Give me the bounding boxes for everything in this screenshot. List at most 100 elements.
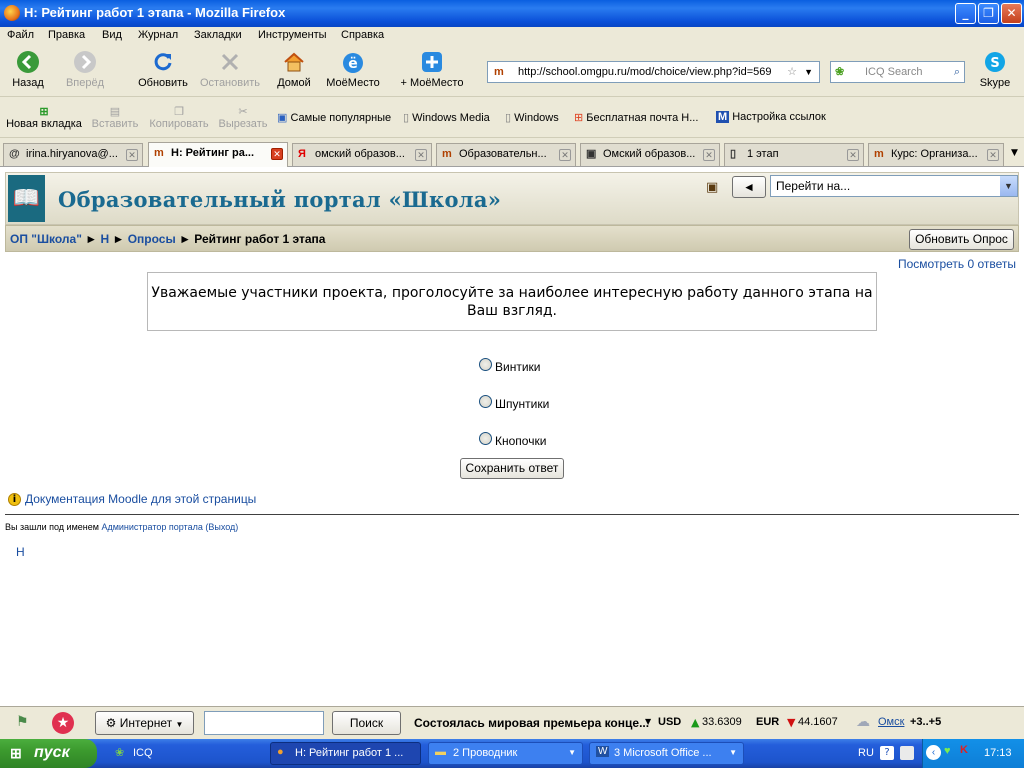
tab-course-label: Курс: Организа... [891,148,978,160]
url-bar[interactable]: m http://school.omgpu.ru/mod/choice/view… [487,61,820,83]
news-dropdown-icon[interactable]: ▼ [645,717,651,726]
update-choice-button[interactable]: Обновить Опрос [909,229,1014,250]
help-icon[interactable]: ? [880,746,894,760]
tab-rating[interactable]: m Н: Рейтинг ра... ✕ [148,142,288,167]
star-badge-icon[interactable]: ★ [52,712,74,734]
status-search-input[interactable] [204,711,324,735]
internet-dropdown[interactable]: ⚙ Интернет ▼ [95,711,194,735]
tab-list-dropdown-icon[interactable]: ▼ [1011,148,1018,158]
language-indicator[interactable]: RU [858,747,874,759]
search-placeholder: ICQ Search [865,66,923,78]
menu-history[interactable]: Журнал [138,29,178,41]
search-magnifier-icon[interactable]: ⌕ [954,62,960,82]
keyboard-icon[interactable] [900,746,914,760]
back-button[interactable]: Назад [8,47,48,89]
breadcrumb-course[interactable]: Н [100,232,109,246]
icq-search-input[interactable]: ❀ ICQ Search ⌕ [830,61,965,83]
bookmark-free-mail[interactable]: ⊞ Бесплатная почта Н... [574,111,698,124]
weather-city-link[interactable]: Омск [878,716,904,728]
bookmark-customize[interactable]: M Настройка ссылок [716,111,826,123]
taskbar-office[interactable]: W 3 Microsoft Office ... ▼ [589,742,744,765]
menu-edit[interactable]: Правка [48,29,85,41]
tab-omsk[interactable]: ▣ Омский образов... ✕ [580,143,720,166]
tab-course[interactable]: m Курс: Организа... ✕ [868,143,1004,166]
bookmark-windows-media[interactable]: ▯ Windows Media [403,111,490,124]
page-icon: ▯ [403,112,410,124]
tab-close-icon[interactable]: ✕ [415,149,427,161]
footer-course-link[interactable]: Н [16,545,25,559]
add-moemesto-button[interactable]: + МоёМесто [399,47,465,89]
info-icon: i [8,493,21,506]
menu-file[interactable]: Файл [7,29,34,41]
tab-close-icon[interactable]: ✕ [847,149,859,161]
save-answer-button[interactable]: Сохранить ответ [460,458,564,479]
option-label-knopochki[interactable]: Кнопочки [495,434,546,448]
tray-shield-icon[interactable]: ♥ [944,745,951,757]
clock[interactable]: 17:13 [984,747,1012,759]
menu-tools[interactable]: Инструменты [258,29,327,41]
taskbar-firefox[interactable]: ● Н: Рейтинг работ 1 ... [270,742,421,765]
tab-close-icon[interactable]: ✕ [271,148,283,160]
tab-educational[interactable]: m Образовательн... ✕ [436,143,576,166]
breadcrumb-choices[interactable]: Опросы [128,232,176,246]
menu-help[interactable]: Справка [341,29,384,41]
kaspersky-icon[interactable]: K [960,744,968,756]
menu-bookmarks[interactable]: Закладки [194,29,242,41]
minimize-button[interactable]: _ [955,3,976,24]
tray-back-icon[interactable]: ‹ [926,745,941,760]
url-dropdown-icon[interactable]: ▼ [804,62,813,82]
option-label-vintiki[interactable]: Винтики [495,360,541,374]
ticq-icon[interactable]: ⚑ [16,714,29,730]
skype-button[interactable]: S Skype [974,47,1016,89]
reload-label: Обновить [138,77,188,89]
moemesto-button[interactable]: ё МоёМесто [325,47,381,89]
moemesto-icon: ё [343,53,363,73]
home-button[interactable]: Домой [274,47,314,89]
firefox-icon: ● [277,746,284,758]
tab-stage1[interactable]: ▯ 1 этап ✕ [724,143,864,166]
bookmark-folder-icon: ▣ [277,112,288,124]
copy-button[interactable]: ❐ Копировать [147,105,211,130]
maximize-button[interactable]: ❐ [978,3,999,24]
bookmark-windows-label: Windows [514,112,559,124]
taskbar-explorer-label: 2 Проводник [453,747,518,759]
star-icon[interactable]: ☆ [787,62,797,82]
tab-close-icon[interactable]: ✕ [703,149,715,161]
window-titlebar[interactable]: Н: Рейтинг работ 1 этапа - Mozilla Firef… [0,0,1024,27]
status-search-button[interactable]: Поиск [332,711,401,735]
moodle-icon: m [874,148,884,160]
tab-close-icon[interactable]: ✕ [559,149,571,161]
bookmark-popular[interactable]: ▣ Самые популярные [277,111,391,124]
logout-link[interactable]: (Выход) [205,522,238,532]
option-radio-knopochki[interactable] [479,432,492,445]
login-user-link[interactable]: Администратор портала [101,522,202,532]
close-button[interactable]: ✕ [1001,3,1022,24]
jump-back-button[interactable]: ◄ [732,176,766,198]
option-label-shpuntiki[interactable]: Шпунтики [495,397,549,411]
internet-globe-icon: ⚙ [105,716,117,730]
reload-button[interactable]: Обновить [136,47,190,89]
news-ticker[interactable]: Состоялась мировая премьера конце... [414,716,649,730]
user-login-icon[interactable]: ▣ [706,180,718,195]
new-tab-button[interactable]: ⊞ Новая вкладка [4,105,84,130]
tab-yandex[interactable]: Яомский образов... ✕ [292,143,432,166]
tab-close-icon[interactable]: ✕ [987,149,999,161]
option-radio-vintiki[interactable] [479,358,492,371]
tab-close-icon[interactable]: ✕ [126,149,138,161]
cut-button[interactable]: ✂ Вырезать [217,105,269,130]
paste-button[interactable]: ▤ Вставить [90,105,140,130]
taskbar-explorer[interactable]: ▬ 2 Проводник ▼ [428,742,583,765]
stop-button[interactable]: Остановить [198,47,262,89]
bookmark-windows[interactable]: ▯ Windows [505,111,559,124]
menu-view[interactable]: Вид [102,29,122,41]
tab-mail[interactable]: @ irina.hiryanova@... ✕ [3,143,143,166]
icq-flower-icon: ❀ [835,66,845,78]
view-answers-link[interactable]: Посмотреть 0 ответы [898,257,1016,271]
forward-button[interactable]: Вперёд [64,47,106,89]
breadcrumb-home[interactable]: ОП "Школа" [10,232,82,246]
taskbar-icq[interactable]: ❀ ICQ [108,742,263,765]
option-radio-shpuntiki[interactable] [479,395,492,408]
start-button[interactable]: ⊞ пуск [0,739,97,768]
jump-to-select[interactable]: Перейти на... ▼ [770,175,1018,197]
moodle-docs-link[interactable]: Документация Moodle для этой страницы [25,492,256,506]
